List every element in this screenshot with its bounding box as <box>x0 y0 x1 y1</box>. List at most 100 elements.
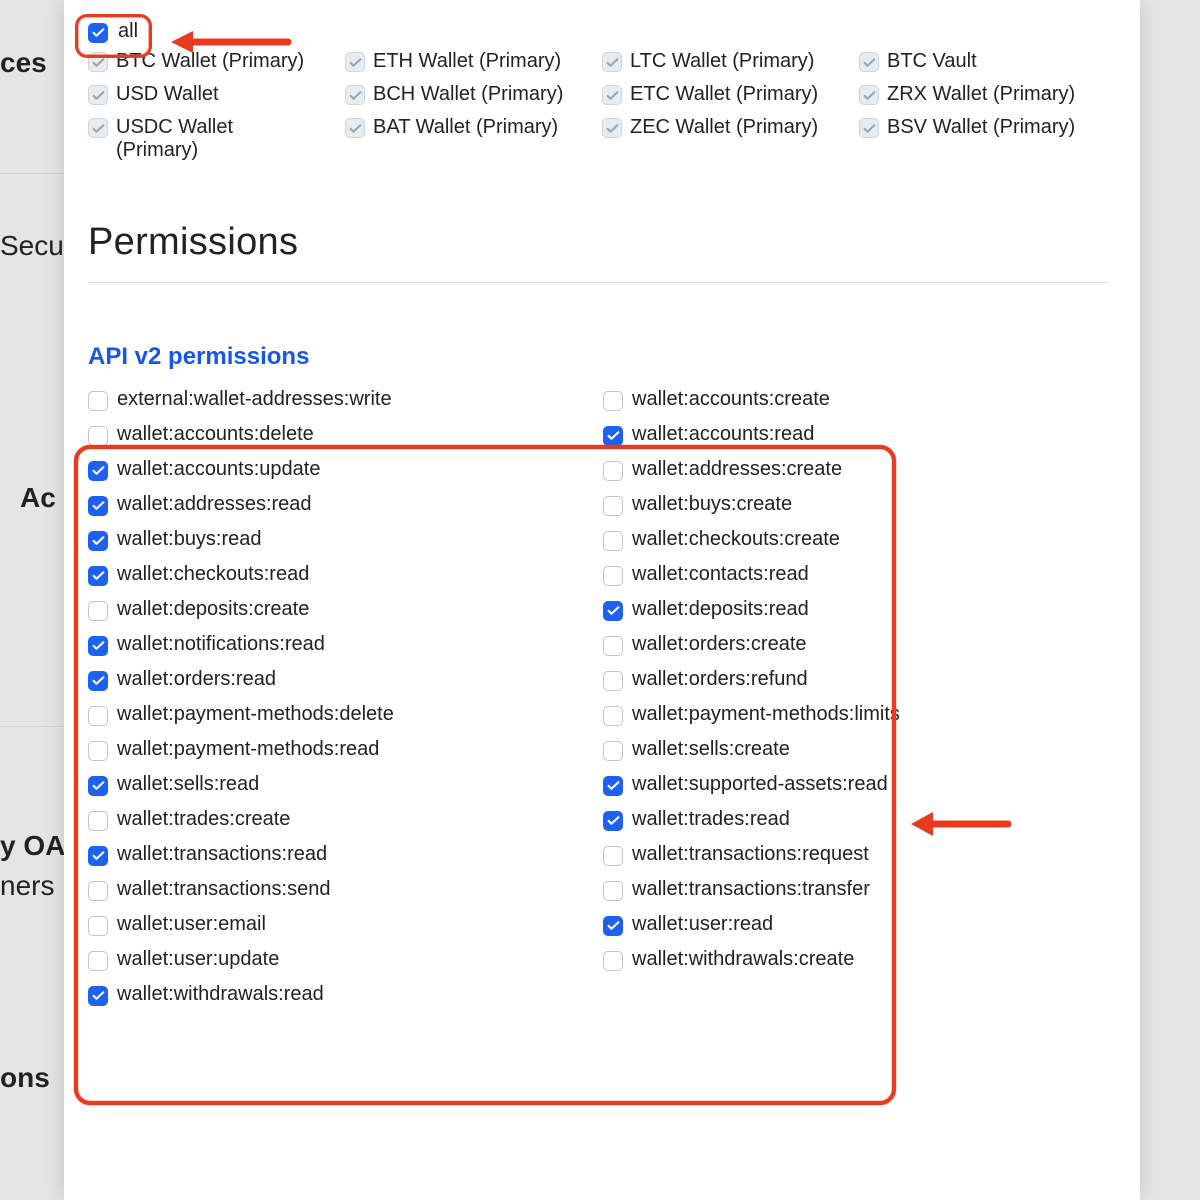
permission-item[interactable]: wallet:supported-assets:read <box>603 770 1110 799</box>
checkbox[interactable] <box>88 85 108 105</box>
checkbox[interactable] <box>603 636 623 656</box>
checkbox[interactable] <box>603 881 623 901</box>
checkbox[interactable] <box>603 671 623 691</box>
permission-item[interactable]: wallet:accounts:create <box>603 385 1110 414</box>
checkbox[interactable] <box>603 916 623 936</box>
checkbox[interactable] <box>602 118 622 138</box>
permission-item[interactable]: wallet:contacts:read <box>603 560 1110 589</box>
checkbox[interactable] <box>88 811 108 831</box>
checkbox[interactable] <box>88 496 108 516</box>
wallet-item[interactable]: BSV Wallet (Primary) <box>859 113 1110 165</box>
wallet-item[interactable]: LTC Wallet (Primary) <box>602 47 853 76</box>
permission-item[interactable]: wallet:payment-methods:limits <box>603 700 1110 729</box>
checkbox[interactable] <box>88 916 108 936</box>
checkbox[interactable] <box>859 118 879 138</box>
checkbox[interactable] <box>88 671 108 691</box>
permission-item[interactable]: external:wallet-addresses:write <box>88 385 595 414</box>
permission-item[interactable]: wallet:deposits:create <box>88 595 595 624</box>
wallet-item[interactable]: USD Wallet <box>88 80 339 109</box>
checkbox[interactable] <box>88 846 108 866</box>
checkbox[interactable] <box>603 426 623 446</box>
checkbox[interactable] <box>88 706 108 726</box>
permission-item[interactable]: wallet:user:email <box>88 910 595 939</box>
permission-item[interactable]: wallet:transactions:read <box>88 840 595 869</box>
permission-item[interactable]: wallet:accounts:read <box>603 420 1110 449</box>
permission-item[interactable]: wallet:notifications:read <box>88 630 595 659</box>
checkbox[interactable] <box>88 951 108 971</box>
permission-item[interactable]: wallet:withdrawals:create <box>603 945 1110 974</box>
permission-item[interactable]: wallet:orders:refund <box>603 665 1110 694</box>
checkbox[interactable] <box>603 531 623 551</box>
permission-item[interactable]: wallet:transactions:request <box>603 840 1110 869</box>
checkbox[interactable] <box>603 566 623 586</box>
wallet-all-row[interactable]: all <box>88 20 1110 43</box>
permission-item[interactable]: wallet:trades:read <box>603 805 1110 834</box>
wallet-item[interactable]: ETH Wallet (Primary) <box>345 47 596 76</box>
permission-item[interactable]: wallet:checkouts:create <box>603 525 1110 554</box>
checkbox[interactable] <box>603 776 623 796</box>
wallet-item[interactable]: BTC Vault <box>859 47 1110 76</box>
checkbox[interactable] <box>88 426 108 446</box>
checkbox[interactable] <box>88 391 108 411</box>
permission-item[interactable]: wallet:withdrawals:read <box>88 980 595 1009</box>
permission-item[interactable]: wallet:deposits:read <box>603 595 1110 624</box>
permission-item[interactable]: wallet:user:update <box>88 945 595 974</box>
permission-item[interactable]: wallet:transactions:send <box>88 875 595 904</box>
checkbox[interactable] <box>603 496 623 516</box>
wallet-item[interactable]: ZEC Wallet (Primary) <box>602 113 853 165</box>
permission-item[interactable]: wallet:buys:create <box>603 490 1110 519</box>
permission-item[interactable]: wallet:addresses:read <box>88 490 595 519</box>
checkbox[interactable] <box>88 636 108 656</box>
checkbox[interactable] <box>859 85 879 105</box>
wallet-item[interactable]: BAT Wallet (Primary) <box>345 113 596 165</box>
checkbox[interactable] <box>88 986 108 1006</box>
permission-item[interactable]: wallet:trades:create <box>88 805 595 834</box>
permission-item[interactable]: wallet:transactions:transfer <box>603 875 1110 904</box>
checkbox[interactable] <box>603 811 623 831</box>
permission-label: wallet:addresses:read <box>117 493 312 516</box>
permission-item[interactable]: wallet:orders:create <box>603 630 1110 659</box>
checkbox[interactable] <box>88 881 108 901</box>
permission-item[interactable]: wallet:payment-methods:read <box>88 735 595 764</box>
checkbox[interactable] <box>88 531 108 551</box>
permission-label: wallet:deposits:create <box>117 598 309 621</box>
checkbox[interactable] <box>602 52 622 72</box>
wallet-item[interactable]: BCH Wallet (Primary) <box>345 80 596 109</box>
checkbox-all[interactable] <box>88 23 108 43</box>
permission-item[interactable]: wallet:accounts:update <box>88 455 595 484</box>
checkbox[interactable] <box>345 118 365 138</box>
checkbox[interactable] <box>88 566 108 586</box>
checkbox[interactable] <box>603 846 623 866</box>
checkbox[interactable] <box>603 461 623 481</box>
checkbox[interactable] <box>603 706 623 726</box>
permission-item[interactable]: wallet:addresses:create <box>603 455 1110 484</box>
permission-item[interactable]: wallet:sells:read <box>88 770 595 799</box>
wallet-item[interactable]: USDC Wallet (Primary) <box>88 113 339 165</box>
checkbox[interactable] <box>88 776 108 796</box>
permission-item[interactable]: wallet:checkouts:read <box>88 560 595 589</box>
checkbox[interactable] <box>345 52 365 72</box>
checkbox[interactable] <box>603 391 623 411</box>
checkbox[interactable] <box>345 85 365 105</box>
wallet-item[interactable]: ZRX Wallet (Primary) <box>859 80 1110 109</box>
checkbox[interactable] <box>859 52 879 72</box>
checkbox[interactable] <box>603 601 623 621</box>
permission-item[interactable]: wallet:sells:create <box>603 735 1110 764</box>
checkbox[interactable] <box>88 52 108 72</box>
permission-item[interactable]: wallet:payment-methods:delete <box>88 700 595 729</box>
checkbox[interactable] <box>88 118 108 138</box>
checkbox[interactable] <box>603 741 623 761</box>
checkbox[interactable] <box>602 85 622 105</box>
checkbox[interactable] <box>88 461 108 481</box>
wallet-item[interactable]: ETC Wallet (Primary) <box>602 80 853 109</box>
permission-item[interactable]: wallet:accounts:delete <box>88 420 595 449</box>
permission-item[interactable]: wallet:buys:read <box>88 525 595 554</box>
checkbox[interactable] <box>603 951 623 971</box>
permission-item[interactable]: wallet:orders:read <box>88 665 595 694</box>
permission-item[interactable]: wallet:user:read <box>603 910 1110 939</box>
wallet-item[interactable]: BTC Wallet (Primary) <box>88 47 339 76</box>
permission-label: wallet:orders:create <box>632 633 807 656</box>
permission-label: wallet:addresses:create <box>632 458 842 481</box>
checkbox[interactable] <box>88 741 108 761</box>
checkbox[interactable] <box>88 601 108 621</box>
